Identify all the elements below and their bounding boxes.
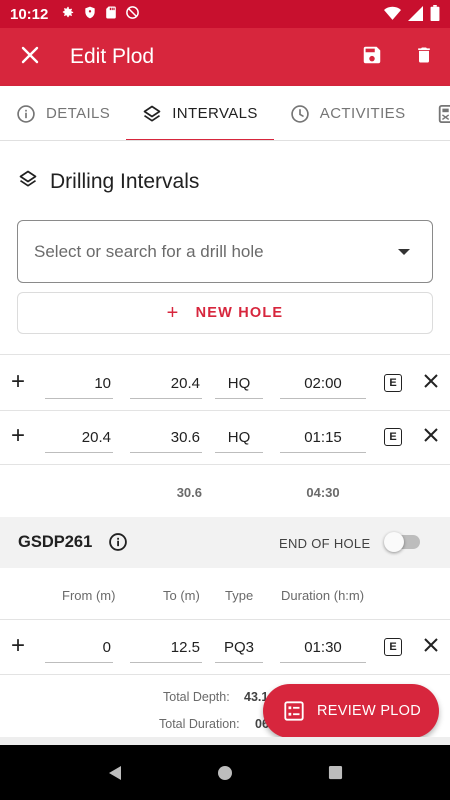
save-button[interactable] (346, 28, 398, 86)
hole-header: GSDP261 END OF HOLE (0, 517, 450, 568)
fuel-icon (437, 103, 450, 125)
edit-interval-icon[interactable]: E (384, 374, 402, 392)
drill-hole-select-placeholder: Select or search for a drill hole (34, 241, 264, 261)
status-bar: 10:12 (0, 0, 450, 28)
hole-name: GSDP261 (18, 533, 93, 551)
end-of-hole-toggle[interactable] (384, 532, 420, 552)
edit-interval-icon[interactable]: E (384, 428, 402, 446)
new-hole-label: NEW HOLE (195, 305, 284, 321)
total-duration-value: 04:30 (306, 485, 340, 500)
tab-fuel[interactable] (421, 86, 450, 140)
section-header: Drilling Intervals (18, 169, 199, 195)
total-duration-label: Total Duration: (159, 717, 240, 731)
info-icon (16, 104, 36, 124)
dropdown-arrow-icon (398, 248, 410, 255)
wifi-status-icon (384, 6, 401, 25)
close-button[interactable] (0, 28, 60, 86)
content-bottom-edge (0, 737, 450, 745)
drill-hole-select[interactable]: Select or search for a drill hole (17, 220, 433, 283)
interval-row: + 10 20.4 HQ 02:00 E (0, 357, 450, 409)
page-title: Edit Plod (70, 45, 155, 68)
from-field[interactable]: 0 (45, 633, 113, 663)
trash-icon (414, 44, 434, 71)
to-field[interactable]: 20.4 (130, 369, 202, 399)
tab-bar: DETAILS INTERVALS ACTIVITIES (0, 86, 450, 141)
type-field[interactable]: PQ3 (215, 633, 263, 663)
header-type: Type (225, 588, 254, 603)
toggle-knob (384, 532, 404, 552)
clock-icon (290, 104, 310, 124)
divider (0, 354, 450, 355)
from-field[interactable]: 10 (45, 369, 113, 399)
nav-recents-button[interactable] (315, 753, 355, 793)
plus-icon: + (166, 301, 180, 324)
tab-activities-label: ACTIVITIES (319, 105, 406, 122)
remove-interval-button[interactable] (420, 635, 442, 657)
blocked-status-icon (125, 5, 140, 24)
edit-interval-icon[interactable]: E (384, 638, 402, 656)
close-icon (21, 46, 39, 69)
remove-interval-button[interactable] (420, 371, 442, 393)
section-title: Drilling Intervals (50, 170, 200, 193)
delete-button[interactable] (398, 28, 450, 86)
duration-field[interactable]: 02:00 (280, 369, 366, 399)
interval-row: + 20.4 30.6 HQ 01:15 E (0, 411, 450, 463)
layers-icon (18, 169, 38, 195)
add-interval-button[interactable]: + (8, 424, 28, 449)
header-from: From (m) (62, 588, 116, 603)
intervals-content[interactable]: Drilling Intervals Select or search for … (0, 141, 450, 745)
to-field[interactable]: 12.5 (130, 633, 202, 663)
review-plod-button[interactable]: REVIEW PLOD (263, 684, 439, 738)
tab-intervals[interactable]: INTERVALS (126, 86, 274, 140)
signal-status-icon (408, 5, 423, 25)
header-to: To (m) (163, 588, 200, 603)
sd-card-status-icon (105, 5, 117, 24)
shield-status-icon (83, 5, 97, 24)
tab-activities[interactable]: ACTIVITIES (274, 86, 422, 140)
hole-totals-row: 30.6 04:30 (0, 465, 450, 517)
header-duration: Duration (h:m) (281, 588, 365, 603)
tab-intervals-label: INTERVALS (172, 105, 258, 122)
nav-home-button[interactable] (205, 753, 245, 793)
divider (0, 674, 450, 675)
end-of-hole-label: END OF HOLE (279, 536, 371, 551)
review-plod-label: REVIEW PLOD (317, 703, 422, 719)
tab-details-label: DETAILS (46, 105, 111, 122)
save-icon (361, 44, 383, 71)
settings-status-icon (60, 5, 75, 24)
column-headers: From (m) To (m) Type Duration (h:m) (0, 568, 450, 620)
divider (0, 619, 450, 620)
add-interval-button[interactable]: + (8, 370, 28, 395)
new-hole-button[interactable]: + NEW HOLE (17, 292, 433, 334)
system-nav-bar (0, 745, 450, 800)
review-list-icon (283, 700, 305, 722)
app-bar: Edit Plod (0, 28, 450, 86)
type-field[interactable]: HQ (215, 423, 263, 453)
from-field[interactable]: 20.4 (45, 423, 113, 453)
status-time: 10:12 (10, 5, 49, 23)
duration-field[interactable]: 01:30 (280, 633, 366, 663)
battery-status-icon (430, 5, 440, 25)
remove-interval-button[interactable] (420, 425, 442, 447)
add-interval-button[interactable]: + (8, 634, 28, 659)
total-depth-label: Total Depth: (163, 690, 230, 704)
interval-row: + 0 12.5 PQ3 01:30 E (0, 621, 450, 673)
tab-details[interactable]: DETAILS (0, 86, 126, 140)
duration-field[interactable]: 01:15 (280, 423, 366, 453)
total-to-value: 30.6 (176, 485, 202, 500)
hole-info-icon[interactable] (108, 532, 128, 557)
layers-icon (142, 104, 162, 124)
to-field[interactable]: 30.6 (130, 423, 202, 453)
type-field[interactable]: HQ (215, 369, 263, 399)
nav-back-button[interactable] (95, 753, 135, 793)
